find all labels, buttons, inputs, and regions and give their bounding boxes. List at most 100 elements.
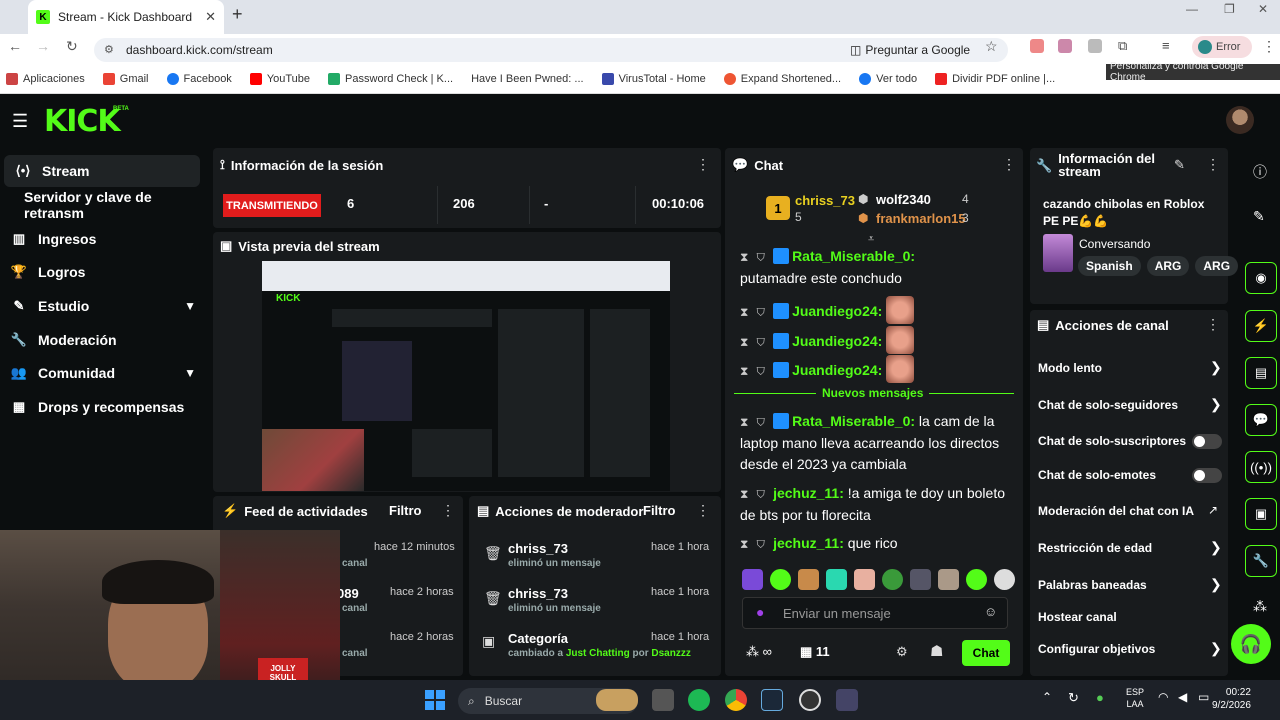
wifi-icon[interactable]: ◠: [1158, 690, 1168, 704]
rail-camera-button[interactable]: ◉: [1245, 262, 1277, 294]
sidebar-item-server-key[interactable]: Servidor y clave de retransm: [0, 189, 210, 221]
stream-preview-video[interactable]: KICK: [262, 261, 670, 491]
extension-icon[interactable]: [1088, 39, 1102, 53]
chevron-right-icon[interactable]: ❯: [1210, 576, 1222, 593]
spotify-icon[interactable]: [688, 689, 710, 711]
actor-name[interactable]: Dsanzzz: [651, 648, 690, 659]
chevron-right-icon[interactable]: ❯: [1210, 539, 1222, 556]
forward-icon[interactable]: →: [36, 38, 50, 54]
sidebar-item-logros[interactable]: 🏆 Logros: [0, 256, 210, 288]
external-link-icon[interactable]: ↗: [1208, 503, 1218, 517]
user-avatar[interactable]: [1226, 106, 1254, 134]
emote-icon[interactable]: [742, 569, 763, 590]
sync-icon[interactable]: ↻: [1068, 690, 1079, 706]
emote-icon[interactable]: [994, 569, 1015, 590]
rail-bolt-button[interactable]: ⚡: [1245, 310, 1277, 342]
sidebar-item-ingresos[interactable]: ▥ Ingresos: [0, 223, 210, 255]
sidebar-item-stream[interactable]: ⟨•⟩ Stream: [4, 155, 200, 187]
bookmark-star-icon[interactable]: ☆: [985, 38, 998, 55]
bookmark-facebook[interactable]: Facebook: [166, 72, 232, 85]
bookmark-ver-todo[interactable]: Ver todo: [859, 72, 917, 85]
tag-chip[interactable]: Spanish: [1078, 256, 1141, 276]
emote-icon[interactable]: [938, 569, 959, 590]
action-ai-moderation[interactable]: Moderación del chat con IA: [1038, 504, 1194, 518]
bookmark-dividir-pdf[interactable]: Dividir PDF online |...: [935, 72, 1055, 85]
windows-start-icon[interactable]: [425, 690, 445, 710]
clock[interactable]: 00:22 9/2/2026: [1212, 686, 1251, 712]
mod-tools-icon[interactable]: ⧗⛉: [740, 415, 773, 429]
emoji-icon[interactable]: ☺: [984, 604, 997, 619]
mod-tools-icon[interactable]: ⧗⛉: [740, 364, 773, 378]
mod-more-icon[interactable]: ⋮: [696, 502, 710, 519]
language-indicator[interactable]: ESP LAA: [1126, 686, 1144, 710]
action-banned-words[interactable]: Palabras baneadas: [1038, 578, 1147, 592]
top-chatter-name[interactable]: chriss_73: [795, 193, 855, 208]
subs-only-toggle[interactable]: [1192, 434, 1222, 449]
session-more-icon[interactable]: ⋮: [696, 156, 710, 173]
ask-google-button[interactable]: ◫ Preguntar a Google: [850, 40, 972, 60]
profile-error-button[interactable]: Error: [1192, 36, 1252, 58]
rail-broadcast-button[interactable]: ((•)): [1245, 451, 1277, 483]
category-label[interactable]: Conversando: [1079, 237, 1150, 251]
mod-filter-button[interactable]: Filtro: [643, 503, 676, 518]
send-chat-button[interactable]: Chat: [962, 640, 1010, 666]
chevron-right-icon[interactable]: ❯: [1210, 359, 1222, 376]
mod-tools-icon[interactable]: ⧗⛉: [740, 305, 773, 319]
emote-icon[interactable]: [826, 569, 847, 590]
browser-tab[interactable]: K Stream - Kick Dashboard ✕: [28, 0, 224, 34]
channel-actions-more-icon[interactable]: ⋮: [1206, 316, 1220, 333]
settings-gear-icon[interactable]: ⚙: [896, 644, 908, 660]
apps-grid-icon[interactable]: ⁂: [1253, 598, 1267, 615]
points-button[interactable]: ⁂ ∞: [746, 644, 772, 660]
mod-tools-icon[interactable]: ⧗⛉: [740, 487, 773, 501]
chevron-right-icon[interactable]: ❯: [1210, 396, 1222, 413]
chat-username[interactable]: Rata_Miserable_0: [792, 248, 910, 264]
emote-icon[interactable]: [882, 569, 903, 590]
battery-icon[interactable]: ▭: [1198, 690, 1209, 704]
back-icon[interactable]: ←: [8, 38, 22, 54]
kick-bot-icon[interactable]: ☗: [930, 642, 943, 660]
action-followers-only[interactable]: Chat de solo-seguidores: [1038, 398, 1178, 412]
reading-list-icon[interactable]: ≡: [1162, 38, 1170, 53]
minimize-icon[interactable]: —: [1186, 2, 1198, 16]
sidebar-item-estudio[interactable]: ✎ Estudio ▼: [0, 290, 210, 322]
rail-panel-button[interactable]: ▣: [1245, 498, 1277, 530]
action-goals[interactable]: Configurar objetivos: [1038, 642, 1155, 656]
bookmark-gmail[interactable]: Gmail: [102, 72, 149, 85]
bookmark-password-check[interactable]: Password Check | K...: [328, 72, 453, 85]
sidebar-item-moderacion[interactable]: 🔧 Moderación: [0, 324, 210, 356]
extension-icon[interactable]: [1058, 39, 1072, 53]
app-icon[interactable]: [836, 689, 858, 711]
stream-info-more-icon[interactable]: ⋮: [1206, 156, 1220, 173]
chat-username[interactable]: Juandiego24: [792, 362, 878, 378]
emotes-only-toggle[interactable]: [1192, 468, 1222, 483]
top-chatter-name[interactable]: wolf2340: [876, 192, 931, 207]
tag-chip[interactable]: ARG: [1195, 256, 1239, 276]
rail-document-button[interactable]: ▤: [1245, 357, 1277, 389]
hamburger-menu-icon[interactable]: ☰: [12, 111, 28, 132]
action-host-channel[interactable]: Hostear canal: [1038, 610, 1117, 624]
top-chatter-name[interactable]: frankmarlon15: [876, 211, 966, 226]
maximize-icon[interactable]: ❐: [1224, 2, 1235, 16]
bookmark-youtube[interactable]: YouTube: [249, 72, 310, 85]
chat-username[interactable]: jechuz_11: [773, 535, 839, 551]
edit-icon[interactable]: ✎: [1253, 208, 1265, 225]
tray-chevron-icon[interactable]: ⌃: [1042, 690, 1052, 704]
chrome-icon[interactable]: [725, 689, 747, 711]
category-name[interactable]: Just Chatting: [566, 648, 630, 659]
emote-icon[interactable]: [798, 569, 819, 590]
mic-icon[interactable]: ●: [756, 604, 764, 620]
bookmark-hibp[interactable]: Have I Been Pwned: ...: [471, 73, 584, 85]
site-info-icon[interactable]: ⚙: [104, 43, 114, 56]
collapse-icon[interactable]: ⩡: [868, 233, 874, 246]
close-window-icon[interactable]: ✕: [1258, 2, 1268, 16]
rail-wrench-button[interactable]: 🔧: [1245, 545, 1277, 577]
category-thumbnail[interactable]: [1043, 234, 1073, 272]
action-slow-mode[interactable]: Modo lento: [1038, 361, 1102, 375]
emote-icon[interactable]: [966, 569, 987, 590]
bookmark-expand[interactable]: Expand Shortened...: [723, 72, 841, 85]
bookmark-virustotal[interactable]: VirusTotal - Home: [601, 72, 706, 85]
chat-more-icon[interactable]: ⋮: [1002, 156, 1016, 173]
rail-chat-button[interactable]: 💬: [1245, 404, 1277, 436]
new-tab-button[interactable]: +: [232, 4, 243, 25]
